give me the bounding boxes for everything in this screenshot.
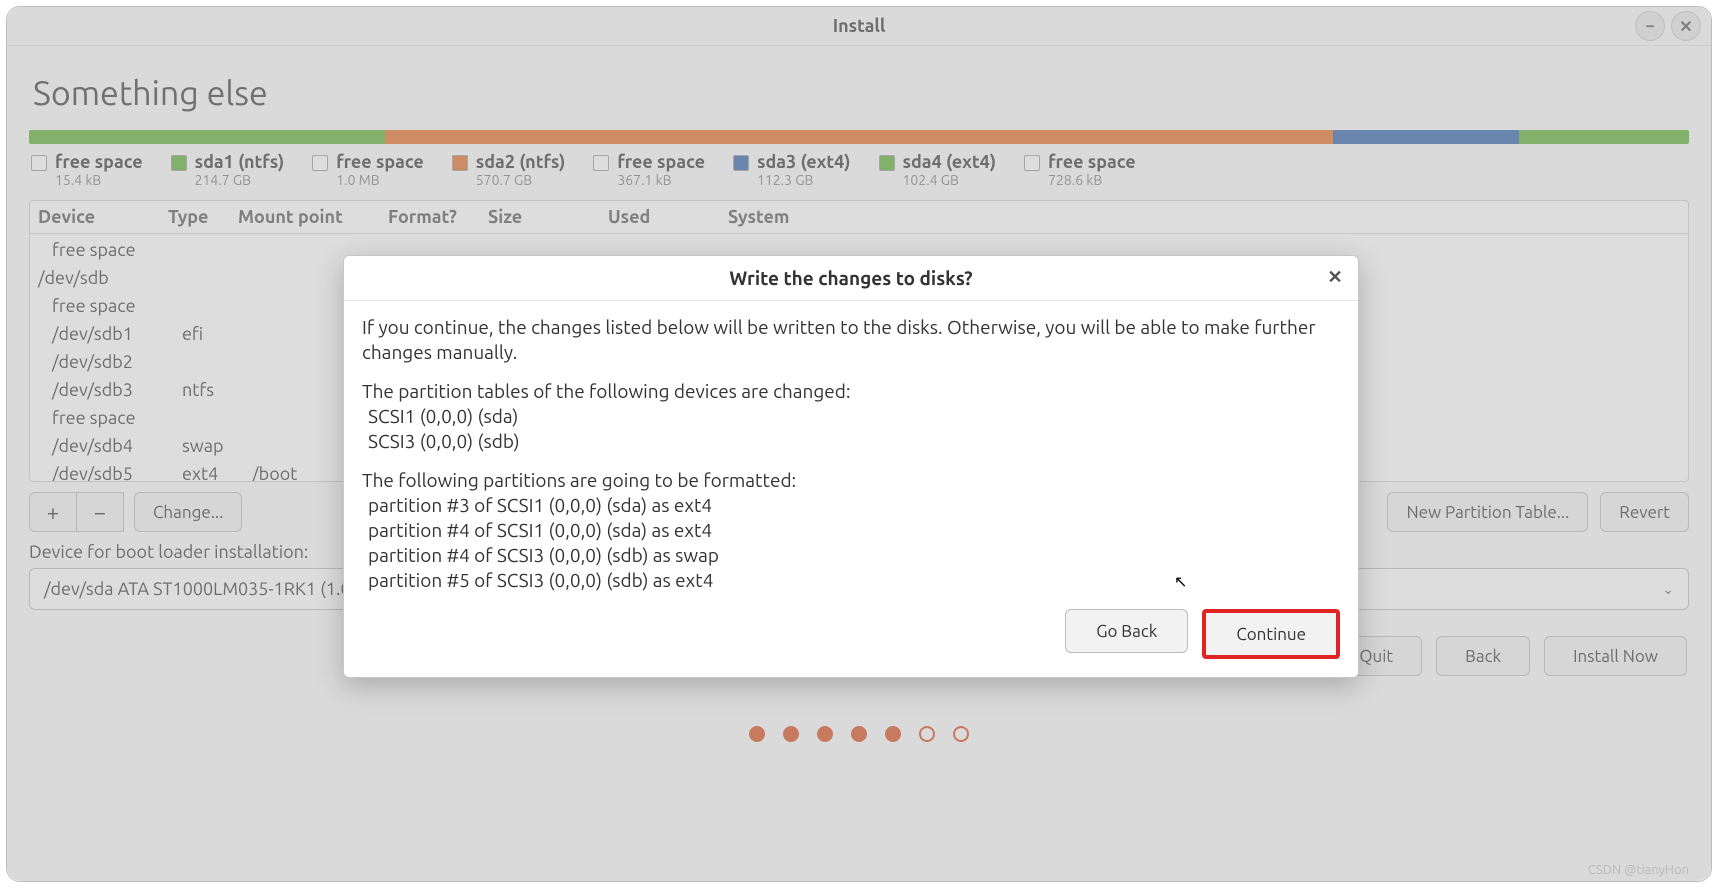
installer-window: Install − ✕ Something else free space15.… — [6, 6, 1712, 882]
continue-label: Continue — [1236, 625, 1306, 644]
dialog-body: If you continue, the changes listed belo… — [344, 301, 1358, 599]
dialog-fmt-2: partition #4 of SCSI1 (0,0,0) (sda) as e… — [362, 518, 1340, 543]
dialog-fmt-3: partition #4 of SCSI3 (0,0,0) (sdb) as s… — [362, 543, 1340, 568]
dialog-intro: If you continue, the changes listed belo… — [362, 315, 1340, 365]
dialog-fmt-1: partition #3 of SCSI1 (0,0,0) (sda) as e… — [362, 493, 1340, 518]
watermark: CSDN @tianyHon — [1588, 863, 1689, 877]
go-back-button[interactable]: Go Back — [1065, 609, 1188, 653]
dialog-pt-heading: The partition tables of the following de… — [362, 379, 1340, 404]
confirm-dialog: Write the changes to disks? ✕ If you con… — [343, 255, 1359, 678]
dialog-pt-2: SCSI3 (0,0,0) (sdb) — [362, 429, 1340, 454]
dialog-fmt-heading: The following partitions are going to be… — [362, 468, 1340, 493]
continue-button[interactable]: Continue — [1202, 609, 1340, 659]
dialog-title: Write the changes to disks? — [729, 267, 972, 289]
dialog-header: Write the changes to disks? ✕ — [344, 256, 1358, 301]
dialog-pt-1: SCSI1 (0,0,0) (sda) — [362, 404, 1340, 429]
dialog-fmt-4: partition #5 of SCSI3 (0,0,0) (sdb) as e… — [362, 568, 1340, 593]
dialog-close-button[interactable]: ✕ — [1322, 264, 1348, 290]
